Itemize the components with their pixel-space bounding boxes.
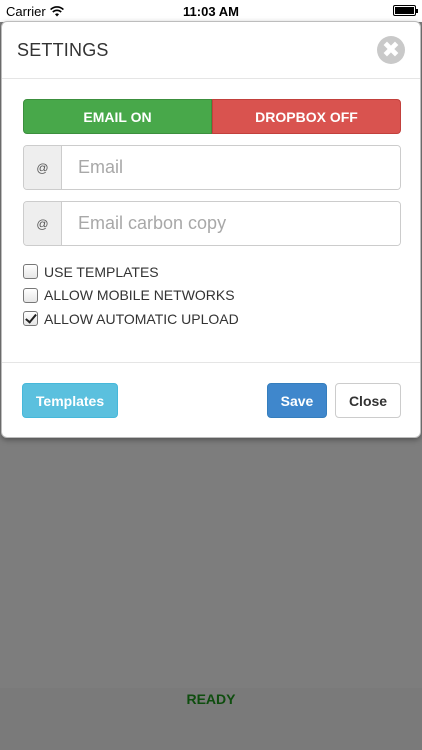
modal-title: SETTINGS (17, 40, 109, 60)
dropbox-toggle-button[interactable]: DROPBOX OFF (212, 99, 401, 134)
status-bar: Carrier 11:03 AM (0, 0, 422, 22)
email-cc-input-group: @ (23, 201, 401, 246)
battery-icon (393, 5, 418, 16)
allow-automatic-upload-checkbox[interactable] (23, 311, 38, 327)
clock: 11:03 AM (183, 4, 239, 19)
allow-automatic-upload-option[interactable]: ALLOW AUTOMATIC UPLOAD (23, 307, 239, 331)
email-input-group: @ (23, 145, 401, 190)
checkbox-label: USE TEMPLATES (44, 263, 159, 280)
close-button[interactable]: Close (335, 383, 401, 418)
allow-mobile-networks-option[interactable]: ALLOW MOBILE NETWORKS (23, 284, 239, 308)
options-checklist: USE TEMPLATES ALLOW MOBILE NETWORKS ALLO… (23, 260, 239, 331)
templates-button[interactable]: Templates (22, 383, 118, 418)
status-footer: READY (0, 688, 422, 750)
save-button[interactable]: Save (267, 383, 327, 418)
modal-footer: Templates Save Close (2, 362, 420, 439)
email-field[interactable] (62, 146, 400, 189)
settings-modal: SETTINGS ✖ EMAIL ON DROPBOX OFF @ @ USE … (1, 21, 421, 438)
use-templates-checkbox[interactable] (23, 264, 38, 280)
modal-header: SETTINGS ✖ (2, 22, 420, 79)
checkbox-label: ALLOW MOBILE NETWORKS (44, 287, 235, 304)
checkbox-label: ALLOW AUTOMATIC UPLOAD (44, 310, 239, 327)
close-icon[interactable]: ✖ (377, 36, 405, 64)
use-templates-option[interactable]: USE TEMPLATES (23, 260, 239, 284)
at-sign-addon: @ (24, 146, 62, 189)
status-text: READY (186, 691, 236, 707)
email-toggle-button[interactable]: EMAIL ON (23, 99, 212, 134)
email-cc-field[interactable] (62, 202, 400, 245)
allow-mobile-networks-checkbox[interactable] (23, 287, 38, 303)
service-toggle-group: EMAIL ON DROPBOX OFF (23, 99, 401, 134)
at-sign-addon: @ (24, 202, 62, 245)
